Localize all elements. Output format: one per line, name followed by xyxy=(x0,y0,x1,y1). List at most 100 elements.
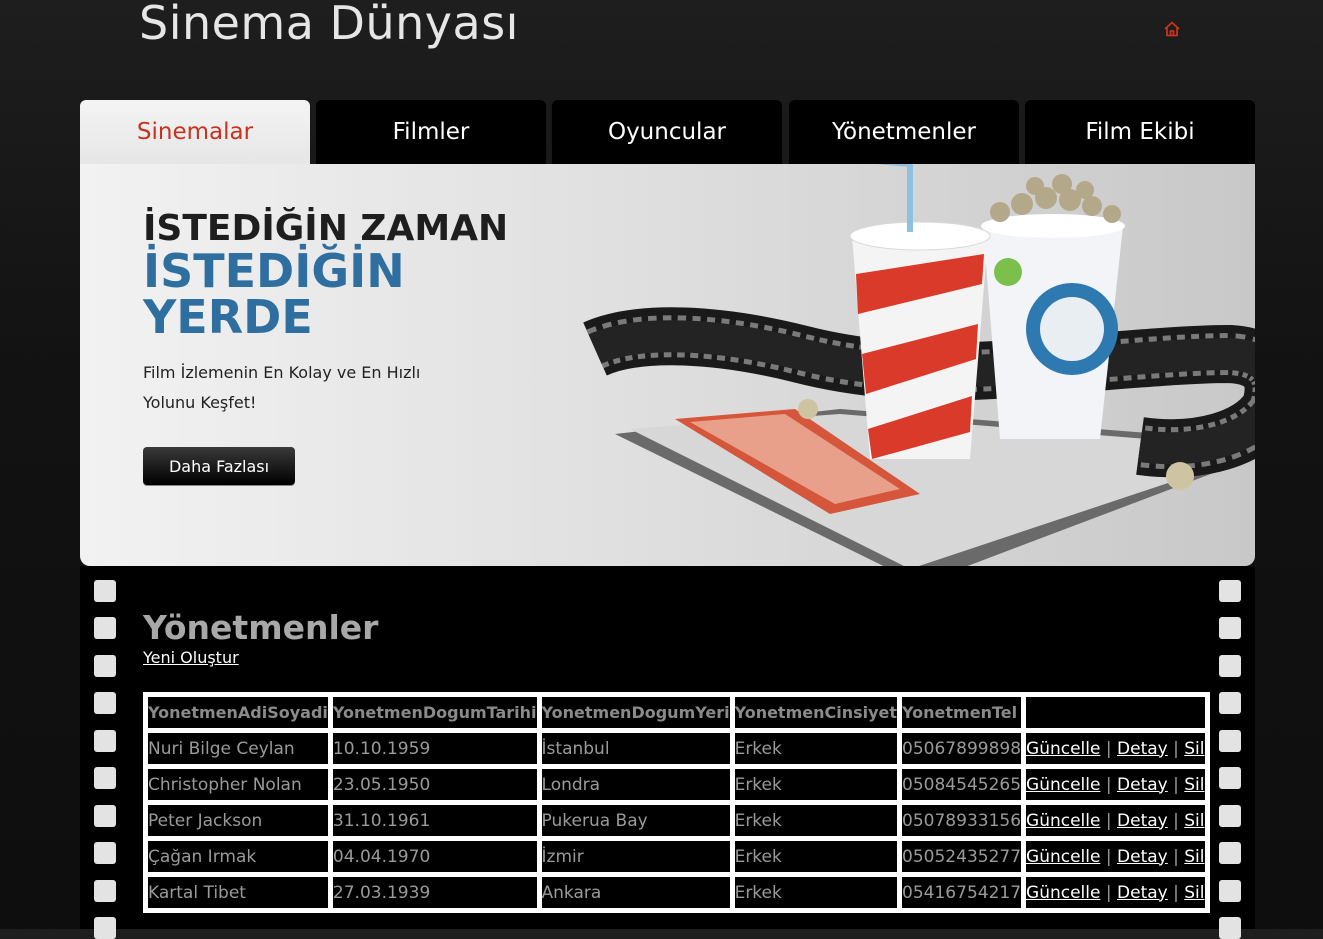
table-cell: 10.10.1959 xyxy=(332,733,537,764)
table-cell: Nuri Bilge Ceylan xyxy=(148,733,328,764)
create-new-link[interactable]: Yeni Oluştur xyxy=(143,648,239,667)
table-cell: 05416754217 xyxy=(902,877,1022,908)
edit-link[interactable]: Güncelle xyxy=(1026,883,1100,903)
table-row: Çağan Irmak 04.04.1970 İzmir Erkek 05052… xyxy=(148,841,1205,872)
delete-link[interactable]: Sil xyxy=(1184,883,1204,903)
table-cell: 05084545265 xyxy=(902,769,1022,800)
film-perforation xyxy=(94,880,116,902)
film-perforation xyxy=(1219,692,1241,714)
separator: | xyxy=(1105,774,1112,795)
tab-filmler[interactable]: Filmler xyxy=(316,100,546,164)
table-cell: İzmir xyxy=(541,841,730,872)
delete-link[interactable]: Sil xyxy=(1184,775,1204,795)
delete-link[interactable]: Sil xyxy=(1184,811,1204,831)
row-actions: Güncelle | Detay | Sil xyxy=(1026,769,1205,800)
detail-link[interactable]: Detay xyxy=(1117,739,1168,759)
table-row: Kartal Tibet 27.03.1939 Ankara Erkek 054… xyxy=(148,877,1205,908)
delete-link[interactable]: Sil xyxy=(1184,847,1204,867)
film-perforation xyxy=(1219,805,1241,827)
table-cell: 05078933156 xyxy=(902,805,1022,836)
tab-oyuncular[interactable]: Oyuncular xyxy=(552,100,782,164)
table-cell: Erkek xyxy=(734,877,898,908)
film-perforation xyxy=(94,580,116,602)
film-perforation xyxy=(1219,842,1241,864)
separator: | xyxy=(1105,846,1112,867)
film-perforation xyxy=(94,842,116,864)
home-icon[interactable] xyxy=(1163,20,1181,38)
table-row: Christopher Nolan 23.05.1950 Londra Erke… xyxy=(148,769,1205,800)
hero-headline: İSTEDİĞİN ZAMAN xyxy=(143,208,509,249)
table-row: Peter Jackson 31.10.1961 Pukerua Bay Erk… xyxy=(148,805,1205,836)
table-cell: Erkek xyxy=(734,733,898,764)
film-perforation xyxy=(1219,917,1241,939)
edit-link[interactable]: Güncelle xyxy=(1026,739,1100,759)
table-cell: Kartal Tibet xyxy=(148,877,328,908)
film-perforation xyxy=(94,692,116,714)
table-cell: Erkek xyxy=(734,769,898,800)
separator: | xyxy=(1105,810,1112,831)
hero-subtitle: Film İzlemenin En Kolay ve En Hızlı Yolu… xyxy=(143,363,421,412)
table-cell: Peter Jackson xyxy=(148,805,328,836)
film-perforation xyxy=(1219,580,1241,602)
table-cell: 04.04.1970 xyxy=(332,841,537,872)
row-actions: Güncelle | Detay | Sil xyxy=(1026,841,1205,872)
film-perforation xyxy=(94,805,116,827)
row-actions: Güncelle | Detay | Sil xyxy=(1026,733,1205,764)
film-perforation xyxy=(94,655,116,677)
film-perforation xyxy=(1219,617,1241,639)
film-perforation xyxy=(94,917,116,939)
main-nav-tabs: Sinemalar Filmler Oyuncular Yönetmenler … xyxy=(80,100,1255,164)
site-title: Sinema Dünyası xyxy=(139,0,519,50)
directors-table: YonetmenAdiSoyadi YonetmenDogumTarihi Yo… xyxy=(143,692,1210,913)
separator: | xyxy=(1173,846,1179,867)
table-cell: 27.03.1939 xyxy=(332,877,537,908)
table-cell: İstanbul xyxy=(541,733,730,764)
table-cell: Ankara xyxy=(541,877,730,908)
film-perforation xyxy=(94,617,116,639)
edit-link[interactable]: Güncelle xyxy=(1026,811,1100,831)
tab-sinemalar[interactable]: Sinemalar xyxy=(80,100,310,164)
table-cell: Christopher Nolan xyxy=(148,769,328,800)
film-perforation xyxy=(1219,655,1241,677)
film-perforation xyxy=(1219,730,1241,752)
column-header xyxy=(1026,697,1205,728)
delete-link[interactable]: Sil xyxy=(1184,739,1204,759)
table-cell: 05067899898 xyxy=(902,733,1022,764)
hero-highlight: İSTEDİĞİN YERDE xyxy=(143,244,405,344)
separator: | xyxy=(1105,738,1112,759)
film-perforation xyxy=(94,767,116,789)
column-header: YonetmenAdiSoyadi xyxy=(148,697,328,728)
cinema-popcorn-illustration xyxy=(583,164,1255,566)
section-title: Yönetmenler xyxy=(143,608,379,647)
tab-yonetmenler[interactable]: Yönetmenler xyxy=(789,100,1019,164)
column-header: YonetmenCinsiyet xyxy=(734,697,898,728)
separator: | xyxy=(1105,882,1112,903)
table-cell: Erkek xyxy=(734,841,898,872)
table-cell: 05052435277 xyxy=(902,841,1022,872)
column-header: YonetmenDogumTarihi xyxy=(332,697,537,728)
table-cell: Londra xyxy=(541,769,730,800)
separator: | xyxy=(1173,810,1179,831)
detail-link[interactable]: Detay xyxy=(1117,847,1168,867)
edit-link[interactable]: Güncelle xyxy=(1026,775,1100,795)
more-button[interactable]: Daha Fazlası xyxy=(143,447,295,485)
film-perforation xyxy=(1219,767,1241,789)
column-header: YonetmenDogumYeri xyxy=(541,697,730,728)
separator: | xyxy=(1173,774,1179,795)
separator: | xyxy=(1173,882,1179,903)
tab-film-ekibi[interactable]: Film Ekibi xyxy=(1025,100,1255,164)
column-header: YonetmenTel xyxy=(902,697,1022,728)
detail-link[interactable]: Detay xyxy=(1117,883,1168,903)
table-header-row: YonetmenAdiSoyadi YonetmenDogumTarihi Yo… xyxy=(148,697,1205,728)
hero-banner: İSTEDİĞİN ZAMAN İSTEDİĞİN YERDE Film İzl… xyxy=(80,164,1255,566)
film-perforation xyxy=(94,730,116,752)
table-cell: 23.05.1950 xyxy=(332,769,537,800)
row-actions: Güncelle | Detay | Sil xyxy=(1026,877,1205,908)
row-actions: Güncelle | Detay | Sil xyxy=(1026,805,1205,836)
edit-link[interactable]: Güncelle xyxy=(1026,847,1100,867)
table-cell: Erkek xyxy=(734,805,898,836)
table-cell: 31.10.1961 xyxy=(332,805,537,836)
table-row: Nuri Bilge Ceylan 10.10.1959 İstanbul Er… xyxy=(148,733,1205,764)
detail-link[interactable]: Detay xyxy=(1117,775,1168,795)
detail-link[interactable]: Detay xyxy=(1117,811,1168,831)
